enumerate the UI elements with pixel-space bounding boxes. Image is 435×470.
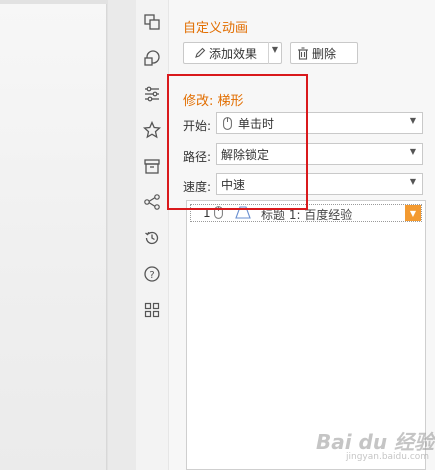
modify-title: 修改: 梯形 [183, 94, 244, 109]
path-value: 解除锁定 [221, 147, 270, 162]
chevron-down-icon[interactable]: ▼ [410, 147, 416, 156]
splitter[interactable] [108, 0, 136, 470]
slide-canvas-area [0, 0, 108, 470]
star-icon[interactable] [142, 120, 162, 140]
panel-title: 自定义动画 [183, 21, 249, 36]
chevron-down-icon[interactable]: ▼ [410, 116, 416, 125]
chevron-down-icon[interactable]: ▼ [272, 45, 278, 54]
start-select[interactable]: 单击时 ▼ [216, 112, 423, 134]
watermark-logo: Bai du 经验 [316, 430, 435, 454]
start-value: 单击时 [238, 116, 275, 131]
start-label: 开始: [183, 119, 212, 133]
item-text: 标题 1: 百度经验 [261, 208, 353, 222]
trapezoid-icon [235, 206, 251, 222]
list-item[interactable]: 1 标题 1: 百度经验 ▼ [190, 204, 422, 222]
path-label: 路径: [183, 150, 212, 164]
archive-icon[interactable] [142, 156, 162, 176]
svg-text:?: ? [149, 270, 154, 281]
delete-label: 删除 [312, 46, 337, 61]
share-icon[interactable] [142, 192, 162, 212]
chevron-down-icon[interactable]: ▼ [405, 205, 421, 221]
speed-label: 速度: [183, 180, 212, 194]
mouse-icon [214, 206, 223, 222]
trash-icon [297, 46, 309, 60]
add-effect-label: 添加效果 [209, 46, 258, 61]
switch-icon[interactable] [142, 12, 162, 32]
watermark-url: jingyan.baidu.com [346, 452, 430, 462]
custom-animation-panel: 自定义动画 添加效果 ▼ 删除 修改: 梯形 开始: 单击时 ▼ 路径: 解除锁… [169, 0, 435, 470]
item-index: 1 [203, 206, 211, 220]
add-effect-button[interactable]: 添加效果 ▼ [183, 42, 282, 64]
delete-button[interactable]: 删除 [290, 42, 358, 64]
pen-icon [194, 47, 206, 59]
grid-icon[interactable] [142, 300, 162, 320]
mouse-icon [223, 116, 232, 130]
path-select[interactable]: 解除锁定 ▼ [216, 143, 423, 165]
task-pane-icon-bar: ? [136, 0, 169, 470]
speed-value: 中速 [221, 177, 246, 192]
divider [268, 42, 269, 64]
history-icon[interactable] [142, 228, 162, 248]
slide-canvas[interactable] [0, 4, 107, 470]
sliders-icon[interactable] [142, 84, 162, 104]
speed-select[interactable]: 中速 ▼ [216, 173, 423, 195]
shapes-icon[interactable] [142, 48, 162, 68]
help-icon[interactable]: ? [142, 264, 162, 284]
chevron-down-icon[interactable]: ▼ [410, 177, 416, 186]
